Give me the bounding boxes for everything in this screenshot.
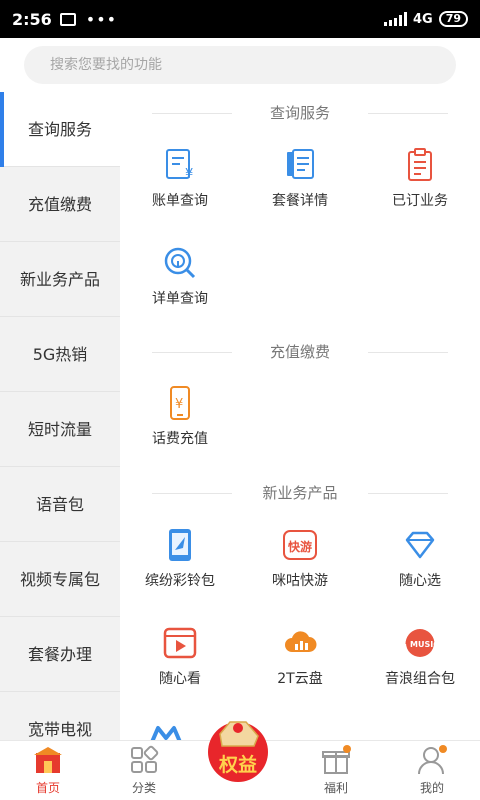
cloud-disk-icon <box>285 631 317 652</box>
tile-label: 缤纷彩铃包 <box>145 573 215 589</box>
section-title-new-products: 新业务产品 <box>120 482 480 503</box>
package-detail-icon <box>287 149 314 179</box>
tile-phone-recharge[interactable]: ¥ 话费充值 <box>120 386 240 466</box>
tile-label: 2T云盘 <box>277 671 323 687</box>
partial-tile-icon <box>150 726 182 740</box>
bill-icon: ¥ <box>166 149 193 182</box>
search-input[interactable]: 搜索您要找的功能 <box>24 46 456 84</box>
category-grid-icon <box>131 745 159 773</box>
sidebar-item-short-data[interactable]: 短时流量 <box>0 392 120 467</box>
tile-music-bundle[interactable]: MUSIC 音浪组合包 <box>360 626 480 706</box>
tile-label: 套餐详情 <box>272 193 328 209</box>
tile-subscribed-services[interactable]: 已订业务 <box>360 148 480 228</box>
ringtone-icon <box>169 529 191 561</box>
music-icon: MUSIC <box>405 629 437 657</box>
tab-mine[interactable]: 我的 <box>392 745 472 796</box>
user-icon <box>418 745 447 775</box>
tile-label: 咪咕快游 <box>272 573 328 589</box>
tile-label: 已订业务 <box>392 193 448 209</box>
function-grid: 查询服务 ¥ 账单查询 套餐详情 已订业务 详单查询 充值缴费 ¥ 话费充值 新… <box>120 92 480 740</box>
tile-ringtone-pack[interactable]: 缤纷彩铃包 <box>120 528 240 608</box>
diamond-icon <box>405 531 435 559</box>
sidebar-item-5g[interactable]: 5G热销 <box>0 317 120 392</box>
sidebar-item-recharge[interactable]: 充值缴费 <box>0 167 120 242</box>
signal-icon <box>383 12 407 26</box>
gift-icon <box>322 745 351 774</box>
svg-text:MUSIC: MUSIC <box>410 640 437 649</box>
sidebar-item-voice[interactable]: 语音包 <box>0 467 120 542</box>
tab-welfare[interactable]: 福利 <box>296 745 376 796</box>
detail-search-icon <box>164 247 196 279</box>
migu-game-icon: 快游 <box>283 530 317 560</box>
tab-label: 首页 <box>35 781 60 795</box>
status-time: 2:56 <box>12 9 52 29</box>
home-icon <box>34 747 62 773</box>
svg-text:¥: ¥ <box>185 167 193 182</box>
tile-label: 音浪组合包 <box>385 671 455 687</box>
sidebar-item-broadband[interactable]: 宽带电视 <box>0 692 120 740</box>
clipboard-icon <box>408 148 432 181</box>
tab-label: 分类 <box>131 781 156 795</box>
tile-detail-query[interactable]: 详单查询 <box>120 246 240 326</box>
tile-package-detail[interactable]: 套餐详情 <box>240 148 360 228</box>
section-title-query: 查询服务 <box>120 102 480 123</box>
tile-label: 话费充值 <box>152 431 208 447</box>
tile-label: 随心看 <box>159 671 201 687</box>
tile-label: 账单查询 <box>152 193 208 209</box>
svg-text:快游: 快游 <box>288 539 312 554</box>
svg-text:¥: ¥ <box>175 397 183 412</box>
tile-cloud-disk[interactable]: 2T云盘 <box>240 626 360 706</box>
sidebar-item-plan[interactable]: 套餐办理 <box>0 617 120 692</box>
category-sidebar: 查询服务 充值缴费 新业务产品 5G热销 短时流量 语音包 视频专属包 套餐办理… <box>0 92 120 740</box>
video-icon <box>163 627 197 659</box>
phone-recharge-icon: ¥ <box>170 386 190 420</box>
tile-migu-game[interactable]: 快游 咪咕快游 <box>240 528 360 608</box>
tab-home[interactable]: 首页 <box>8 745 88 796</box>
benefits-badge-button[interactable]: 权益 <box>206 712 270 784</box>
tab-label: 我的 <box>419 781 444 795</box>
tile-free-choice[interactable]: 随心选 <box>360 528 480 608</box>
section-title-recharge: 充值缴费 <box>120 341 480 362</box>
benefits-badge-text: 权益 <box>218 754 257 776</box>
tab-label: 福利 <box>323 781 348 795</box>
tile-bill-query[interactable]: ¥ 账单查询 <box>120 148 240 228</box>
sidebar-item-new-products[interactable]: 新业务产品 <box>0 242 120 317</box>
tab-category[interactable]: 分类 <box>104 745 184 796</box>
sidebar-item-video[interactable]: 视频专属包 <box>0 542 120 617</box>
tile-label: 随心选 <box>399 573 441 589</box>
network-type: 4G <box>412 11 433 27</box>
tile-free-watch[interactable]: 随心看 <box>120 626 240 706</box>
battery-level: 79 <box>438 11 468 27</box>
more-notifications-icon: ••• <box>85 9 118 29</box>
status-bar: 2:56 ••• 4G 79 <box>0 0 480 38</box>
sidebar-item-query[interactable]: 查询服务 <box>0 92 120 167</box>
message-icon <box>59 12 76 26</box>
tile-label: 详单查询 <box>152 291 208 307</box>
